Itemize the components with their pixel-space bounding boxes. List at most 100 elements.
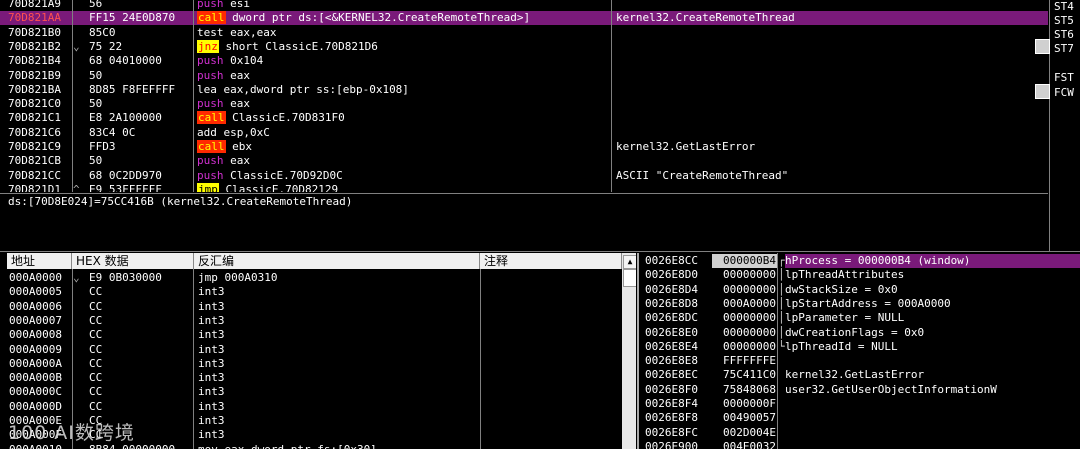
jump-arrow-icon: ⌄ bbox=[73, 271, 80, 284]
disasm-row[interactable]: 70D821C9 FFD3 call ebx kernel32.GetLastErro… bbox=[0, 140, 1048, 154]
stack-address: 0026E8DC bbox=[645, 311, 698, 325]
stack-row[interactable]: 0026E8DC 00000000 │ lpParameter = NULL bbox=[639, 311, 1080, 325]
disasm-hex: 50 bbox=[89, 97, 103, 111]
jump-arrow-icon bbox=[73, 343, 85, 357]
jump-arrow-icon bbox=[73, 54, 85, 68]
dump-row[interactable]: 000A000D CC int3 bbox=[0, 400, 622, 414]
disasm-hex: 68 04010000 bbox=[89, 54, 162, 68]
dump-address: 000A000A bbox=[9, 356, 62, 370]
disasm-row[interactable]: 70D821B4 68 04010000 push 0x104 bbox=[0, 54, 1048, 68]
stack-comment: user32.GetUserObjectInformationW bbox=[785, 382, 997, 396]
dump-row[interactable]: 000A0000 ⌄ E9 0B030000 jmp 000A0310 bbox=[0, 271, 622, 285]
stack-row[interactable]: 0026E900 004E0032 bbox=[639, 440, 1080, 449]
stack-row[interactable]: 0026E8CC 000000B4 ┌ hProcess = 000000B4 (wi… bbox=[639, 254, 1080, 268]
stack-pane[interactable]: 0026E8CC 000000B4 ┌ hProcess = 000000B4 (wi… bbox=[639, 253, 1080, 449]
disasm-row[interactable]: 70D821B0 85C0 test eax,eax bbox=[0, 26, 1048, 40]
stack-address: 0026E8FC bbox=[645, 425, 698, 439]
stack-row[interactable]: 0026E8D0 00000000 │ lpThreadAttributes bbox=[639, 268, 1080, 282]
disassembly-pane[interactable]: 70D821A9 56 push esi 70D821AA FF15 24E0D870 c… bbox=[0, 0, 1048, 192]
disasm-operands: eax,dword ptr ss:[ebp-0x108] bbox=[223, 82, 409, 96]
disasm-comment: kernel32.GetLastError bbox=[616, 140, 756, 153]
stack-row[interactable]: 0026E8EC 75C411C0 kernel32.GetLastError bbox=[639, 368, 1080, 382]
jump-arrow-icon bbox=[73, 357, 85, 371]
dump-row[interactable]: 000A000B CC int3 bbox=[0, 371, 622, 385]
disasm-operands: ebx bbox=[232, 140, 252, 153]
jump-arrow-icon bbox=[73, 169, 85, 183]
stack-row[interactable]: 0026E8D8 000A0000 │ lpStartAddress = 000A00… bbox=[639, 297, 1080, 311]
stack-comment bbox=[785, 411, 1080, 425]
dump-row[interactable]: 000A000C CC int3 bbox=[0, 385, 622, 399]
stack-row[interactable]: 0026E8E0 00000000 │ dwCreationFlags = 0x0 bbox=[639, 326, 1080, 340]
stack-row[interactable]: 0026E8F8 00490057 bbox=[639, 411, 1080, 425]
stack-value: 00000000 bbox=[723, 268, 776, 282]
disasm-row[interactable]: 70D821CB 50 push eax bbox=[0, 154, 1048, 168]
disasm-row[interactable]: 70D821C6 83C4 0C add esp,0xC bbox=[0, 126, 1048, 140]
disasm-row[interactable]: 70D821BA 8D85 F8FEFFFF lea eax,dword ptr s… bbox=[0, 83, 1048, 97]
dump-scrollbar[interactable]: ▲ bbox=[622, 253, 636, 449]
disasm-comment bbox=[616, 111, 1046, 125]
disasm-hex: FFD3 bbox=[89, 140, 116, 153]
disasm-row[interactable]: 70D821C0 50 push eax bbox=[0, 97, 1048, 111]
disasm-row[interactable]: 70D821B9 50 push eax bbox=[0, 69, 1048, 83]
stack-row[interactable]: 0026E8FC 002D004E bbox=[639, 426, 1080, 440]
disasm-instruction: call ClassicE.70D831F0 bbox=[197, 111, 609, 125]
disasm-address: 70D821C6 bbox=[8, 125, 61, 139]
disasm-instruction: push 0x104 bbox=[197, 54, 609, 68]
scrollbar-thumb[interactable] bbox=[1035, 84, 1050, 99]
disasm-hex: 8D85 F8FEFFFF bbox=[89, 82, 176, 96]
dump-header-address[interactable]: 地址 bbox=[7, 253, 72, 269]
disasm-instruction: push ClassicE.70D92D0C bbox=[197, 169, 609, 183]
stack-row[interactable]: 0026E8D4 00000000 │ dwStackSize = 0x0 bbox=[639, 283, 1080, 297]
disasm-hex: 50 bbox=[89, 68, 103, 82]
disasm-instruction: push eax bbox=[197, 69, 609, 83]
disasm-comment bbox=[616, 40, 1046, 54]
dump-hex: CC bbox=[89, 371, 103, 385]
dump-row[interactable]: 000A0006 CC int3 bbox=[0, 300, 622, 314]
dump-col-divider bbox=[193, 269, 194, 449]
disasm-col-divider bbox=[193, 0, 194, 192]
jump-arrow-icon bbox=[73, 83, 85, 97]
disasm-row[interactable]: 70D821AA FF15 24E0D870 call dword ptr ds:[… bbox=[0, 11, 1048, 26]
stack-value: 75848068 bbox=[723, 382, 776, 396]
disasm-instruction: jnz short ClassicE.70D821D6 bbox=[197, 39, 609, 54]
disasm-row[interactable]: 70D821B2 75 22 ⌄ jnz short ClassicE.70D821D… bbox=[0, 39, 1048, 54]
scrollbar-thumb[interactable] bbox=[1035, 39, 1050, 54]
stack-row[interactable]: 0026E8E4 00000000 └ lpThreadId = NULL bbox=[639, 340, 1080, 354]
stack-address: 0026E8F0 bbox=[645, 382, 698, 396]
register-label: ST7 bbox=[1054, 42, 1074, 55]
dump-row[interactable]: 000A0007 CC int3 bbox=[0, 314, 622, 328]
stack-value: 0000000F bbox=[723, 397, 776, 410]
stack-value: 00000000 bbox=[723, 325, 776, 339]
dump-hex: CC bbox=[89, 385, 103, 399]
disasm-row[interactable]: 70D821A9 56 push esi bbox=[0, 0, 1048, 11]
jump-arrow-icon: ^ bbox=[73, 182, 80, 192]
disasm-comment bbox=[616, 69, 1046, 83]
disasm-instruction: test eax,eax bbox=[197, 26, 609, 40]
dump-row[interactable]: 000A0005 CC int3 bbox=[0, 285, 622, 299]
dump-row[interactable]: 000A0008 CC int3 bbox=[0, 328, 622, 342]
disasm-row[interactable]: 70D821CC 68 0C2DD970 push ClassicE.70D92D0… bbox=[0, 169, 1048, 183]
disasm-mnemonic: jmp bbox=[197, 182, 219, 192]
dump-header-comment[interactable]: 注释 bbox=[480, 253, 622, 269]
scrollbar-thumb[interactable] bbox=[623, 269, 636, 287]
stack-row[interactable]: 0026E8E8 FFFFFFFE bbox=[639, 354, 1080, 368]
scroll-up-arrow-icon[interactable]: ▲ bbox=[623, 255, 636, 269]
dump-address: 000A0000 bbox=[9, 271, 62, 284]
stack-comment: dwStackSize = 0x0 bbox=[785, 282, 898, 296]
register-panel[interactable]: ST4 ST5 ST6 ST7 FST FCW bbox=[1035, 0, 1080, 252]
stack-row[interactable]: 0026E8F0 75848068 user32.GetUserObjectInfo… bbox=[639, 383, 1080, 397]
disasm-instruction: call ebx bbox=[197, 140, 609, 154]
jump-arrow-icon: ⌄ bbox=[73, 39, 80, 53]
stack-comment bbox=[785, 397, 1080, 411]
stack-value: 00490057 bbox=[723, 411, 776, 425]
disasm-row[interactable]: 70D821C1 E8 2A100000 call ClassicE.70D831F… bbox=[0, 111, 1048, 125]
watermark: 100 AI数跨境 bbox=[8, 422, 135, 444]
dump-header-hex[interactable]: HEX 数据 bbox=[72, 253, 194, 269]
disasm-row[interactable]: 70D821D1 E9 53FFFFFF ^ jmp ClassicE.70D8212… bbox=[0, 182, 1048, 192]
register-label: FCW bbox=[1054, 86, 1074, 99]
disasm-operands: dword ptr ds:[<&KERNEL32.CreateRemoteThr… bbox=[232, 11, 531, 25]
dump-row[interactable]: 000A000A CC int3 bbox=[0, 357, 622, 371]
stack-row[interactable]: 0026E8F4 0000000F bbox=[639, 397, 1080, 411]
dump-row[interactable]: 000A0009 CC int3 bbox=[0, 343, 622, 357]
dump-header-disasm[interactable]: 反汇编 bbox=[194, 253, 480, 269]
